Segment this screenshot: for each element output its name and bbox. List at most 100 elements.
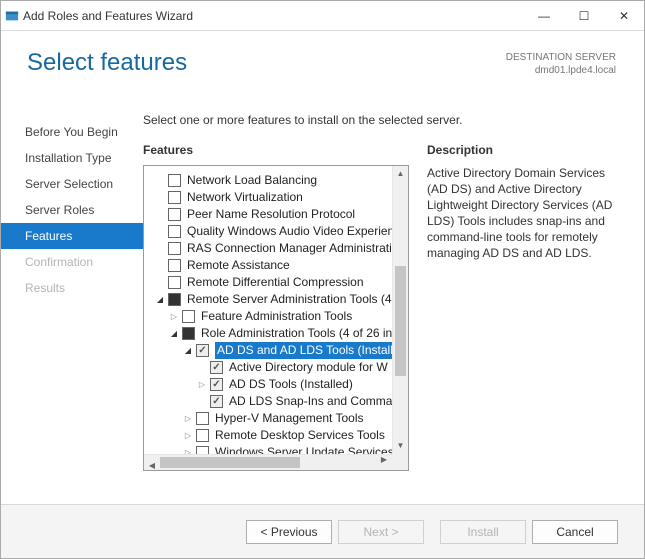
tree-item-label[interactable]: Role Administration Tools (4 of 26 ins <box>201 325 398 342</box>
tree-row[interactable]: Network Load Balancing <box>154 172 408 189</box>
destination-server: dmd01.lpde4.local <box>506 64 616 77</box>
next-button: Next > <box>338 520 424 544</box>
nav-item-installation-type[interactable]: Installation Type <box>1 145 143 171</box>
checkbox[interactable] <box>210 395 223 408</box>
collapse-icon[interactable] <box>154 294 166 306</box>
tree-item-label[interactable]: Remote Assistance <box>187 257 290 274</box>
tree-row[interactable]: Network Virtualization <box>154 189 408 206</box>
expander-placeholder <box>154 209 166 221</box>
expander-placeholder <box>154 192 166 204</box>
tree-row[interactable]: Remote Server Administration Tools (4 of <box>154 291 408 308</box>
checkbox[interactable] <box>210 361 223 374</box>
scroll-left-icon[interactable]: ◀ <box>144 461 160 470</box>
checkbox[interactable] <box>168 174 181 187</box>
destination-label: DESTINATION SERVER <box>506 51 616 64</box>
tree-row[interactable]: AD DS and AD LDS Tools (Installe <box>154 342 408 359</box>
checkbox[interactable] <box>196 344 209 357</box>
tree-row[interactable]: Remote Differential Compression <box>154 274 408 291</box>
vertical-scrollbar[interactable]: ▲ ▼ <box>392 166 408 454</box>
tree-item-label[interactable]: Feature Administration Tools <box>201 308 352 325</box>
tree-item-label[interactable]: Network Load Balancing <box>187 172 317 189</box>
tree-row[interactable]: AD DS Tools (Installed) <box>154 376 408 393</box>
checkbox[interactable] <box>168 208 181 221</box>
footer: < Previous Next > Install Cancel <box>1 504 644 558</box>
header: Select features DESTINATION SERVER dmd01… <box>1 31 644 91</box>
tree-row[interactable]: AD LDS Snap-Ins and Comma <box>154 393 408 410</box>
tree-item-label[interactable]: Hyper-V Management Tools <box>215 410 364 427</box>
instruction-text: Select one or more features to install o… <box>143 113 616 127</box>
expander-placeholder <box>154 260 166 272</box>
wizard-nav: Before You BeginInstallation TypeServer … <box>1 113 143 502</box>
tree-row[interactable]: Remote Desktop Services Tools <box>154 427 408 444</box>
tree-row[interactable]: Role Administration Tools (4 of 26 ins <box>154 325 408 342</box>
checkbox[interactable] <box>196 429 209 442</box>
expander-placeholder <box>196 396 208 408</box>
expand-icon[interactable] <box>182 430 194 442</box>
checkbox[interactable] <box>168 293 181 306</box>
checkbox[interactable] <box>182 327 195 340</box>
expand-icon[interactable] <box>196 379 208 391</box>
checkbox[interactable] <box>182 310 195 323</box>
tree-row[interactable]: Active Directory module for W <box>154 359 408 376</box>
nav-item-features[interactable]: Features <box>1 223 143 249</box>
nav-item-before-you-begin[interactable]: Before You Begin <box>1 119 143 145</box>
previous-button[interactable]: < Previous <box>246 520 332 544</box>
scroll-down-icon[interactable]: ▼ <box>393 438 408 454</box>
checkbox[interactable] <box>168 191 181 204</box>
app-icon <box>1 9 23 23</box>
tree-item-label[interactable]: Active Directory module for W <box>229 359 388 376</box>
checkbox[interactable] <box>168 276 181 289</box>
tree-item-label[interactable]: RAS Connection Manager Administration <box>187 240 405 257</box>
description-text: Active Directory Domain Services (AD DS)… <box>427 165 616 261</box>
tree-item-label[interactable]: AD DS and AD LDS Tools (Installe <box>215 342 402 359</box>
expand-icon[interactable] <box>182 413 194 425</box>
nav-item-confirmation: Confirmation <box>1 249 143 275</box>
features-tree: Network Load BalancingNetwork Virtualiza… <box>143 165 409 471</box>
tree-row[interactable]: Quality Windows Audio Video Experience <box>154 223 408 240</box>
tree-row[interactable]: RAS Connection Manager Administration <box>154 240 408 257</box>
tree-row[interactable]: Peer Name Resolution Protocol <box>154 206 408 223</box>
tree-item-label[interactable]: AD DS Tools (Installed) <box>229 376 353 393</box>
expander-placeholder <box>154 243 166 255</box>
tree-item-label[interactable]: Peer Name Resolution Protocol <box>187 206 355 223</box>
nav-item-server-selection[interactable]: Server Selection <box>1 171 143 197</box>
collapse-icon[interactable] <box>168 328 180 340</box>
checkbox[interactable] <box>168 259 181 272</box>
scroll-thumb[interactable] <box>395 266 406 376</box>
tree-item-label[interactable]: Remote Differential Compression <box>187 274 364 291</box>
horizontal-scrollbar[interactable]: ◀ ▶ <box>144 454 392 470</box>
expander-placeholder <box>154 277 166 289</box>
tree-item-label[interactable]: Remote Desktop Services Tools <box>215 427 385 444</box>
tree-item-label[interactable]: Remote Server Administration Tools (4 of <box>187 291 405 308</box>
scrollbar-corner <box>392 454 408 470</box>
tree-row[interactable]: Hyper-V Management Tools <box>154 410 408 427</box>
checkbox[interactable] <box>168 242 181 255</box>
tree-item-label[interactable]: Quality Windows Audio Video Experience <box>187 223 407 240</box>
tree-item-label[interactable]: Network Virtualization <box>187 189 303 206</box>
close-button[interactable]: ✕ <box>604 2 644 30</box>
tree-item-label[interactable]: AD LDS Snap-Ins and Comma <box>229 393 392 410</box>
scroll-thumb-h[interactable] <box>160 457 300 468</box>
scroll-right-icon[interactable]: ▶ <box>376 455 392 464</box>
expander-placeholder <box>196 362 208 374</box>
tree-row[interactable]: Remote Assistance <box>154 257 408 274</box>
scroll-up-icon[interactable]: ▲ <box>393 166 408 182</box>
page-title: Select features <box>27 49 187 77</box>
expand-icon[interactable] <box>168 311 180 323</box>
collapse-icon[interactable] <box>182 345 194 357</box>
checkbox[interactable] <box>168 225 181 238</box>
nav-item-server-roles[interactable]: Server Roles <box>1 197 143 223</box>
nav-item-results: Results <box>1 275 143 301</box>
checkbox[interactable] <box>210 378 223 391</box>
tree-row[interactable]: Feature Administration Tools <box>154 308 408 325</box>
cancel-button[interactable]: Cancel <box>532 520 618 544</box>
minimize-button[interactable]: — <box>524 2 564 30</box>
expander-placeholder <box>154 226 166 238</box>
checkbox[interactable] <box>196 412 209 425</box>
install-button: Install <box>440 520 526 544</box>
maximize-button[interactable]: ☐ <box>564 2 604 30</box>
description-heading: Description <box>427 143 616 157</box>
features-heading: Features <box>143 143 409 157</box>
expander-placeholder <box>154 175 166 187</box>
window-title: Add Roles and Features Wizard <box>23 9 524 23</box>
